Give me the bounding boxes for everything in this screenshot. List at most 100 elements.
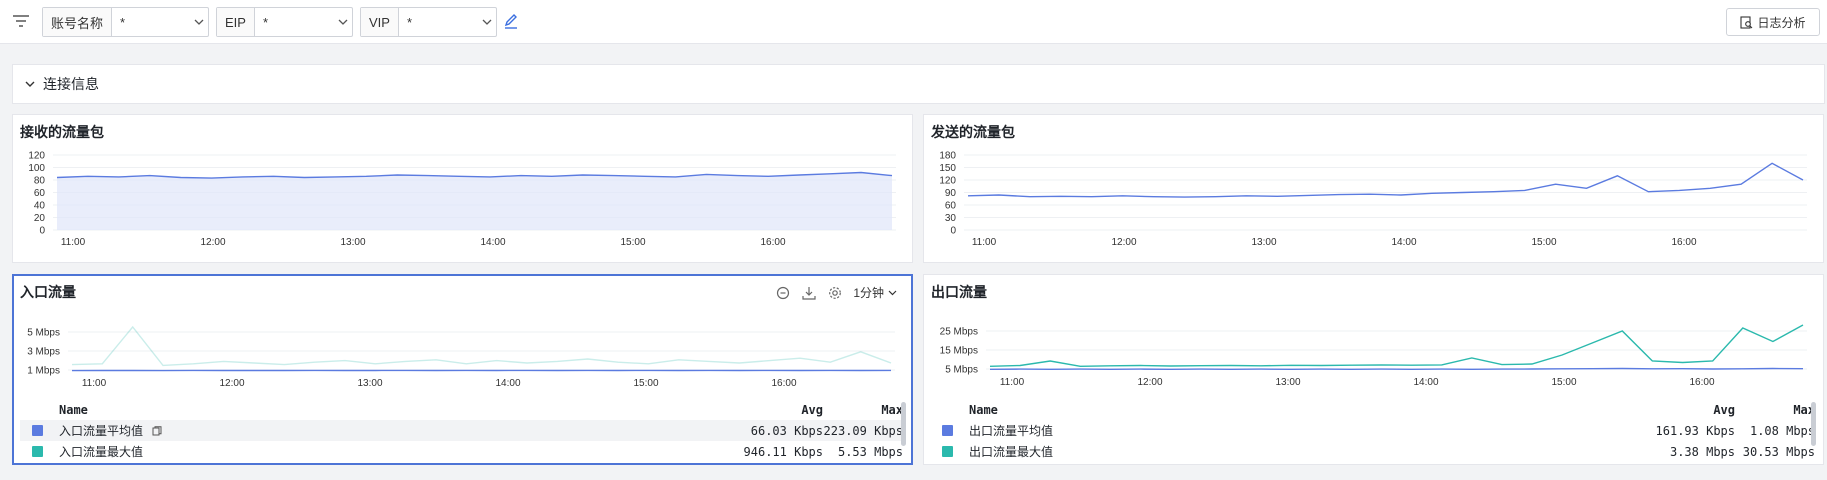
legend-max-header: Max <box>1793 403 1815 417</box>
y-tick-label: 0 <box>39 226 45 237</box>
x-tick-label: 12:00 <box>200 237 225 248</box>
edit-icon[interactable] <box>503 13 519 29</box>
y-tick-label: 40 <box>34 201 46 212</box>
x-tick-label: 14:00 <box>1413 377 1438 385</box>
series-line <box>71 325 892 367</box>
x-tick-label: 16:00 <box>1671 237 1696 248</box>
copy-icon[interactable] <box>152 426 162 436</box>
account-name-value: * <box>120 14 126 30</box>
x-tick-label: 16:00 <box>760 237 785 248</box>
x-tick-label: 11:00 <box>82 378 107 386</box>
legend-avg-header: Avg <box>801 403 823 417</box>
legend-row[interactable]: 入口流量最大值 946.11 Kbps 5.53 Mbps <box>20 441 905 462</box>
eip-filter[interactable]: EIP * <box>216 7 353 37</box>
y-tick-label: 25 Mbps <box>940 327 978 338</box>
filter-bar: 账号名称 * EIP * VIP * 日志分析 <box>0 0 1827 44</box>
x-tick-label: 12:00 <box>1111 237 1136 248</box>
inbound-traffic-chart[interactable]: 5 Mbps 3 Mbps 1 Mbps 11:00 12:00 13:00 14:00 15… <box>14 276 911 386</box>
x-tick-label: 12:00 <box>1137 377 1162 385</box>
series-line <box>989 367 1804 371</box>
y-tick-label: 180 <box>939 151 956 162</box>
legend-name-header: Name <box>969 403 998 417</box>
chevron-down-icon <box>190 8 208 36</box>
x-tick-label: 14:00 <box>495 378 520 386</box>
legend-scrollbar[interactable] <box>1811 402 1816 446</box>
send-packets-chart[interactable]: 180150 12090 6030 0 11:00 12:00 13:00 14:00 15:0… <box>924 115 1823 262</box>
y-tick-label: 1 Mbps <box>27 366 60 377</box>
x-tick-label: 13:00 <box>357 378 382 386</box>
log-analysis-button[interactable]: 日志分析 <box>1726 8 1820 36</box>
account-name-label: 账号名称 <box>43 8 113 36</box>
x-tick-label: 11:00 <box>1000 377 1025 385</box>
y-tick-label: 0 <box>950 226 956 237</box>
series-name: 出口流量最大值 <box>969 445 1054 459</box>
y-tick-label: 100 <box>28 163 45 174</box>
x-tick-label: 13:00 <box>1251 237 1276 248</box>
send-packets-panel: 发送的流量包 180 150 120 90 60 30 0 11:00 12:00 13:00 14… <box>923 114 1824 263</box>
vip-filter[interactable]: VIP * <box>360 7 497 37</box>
legend-max-header: Max <box>881 403 903 417</box>
chevron-down-icon <box>334 8 352 36</box>
vip-label: VIP <box>361 8 399 36</box>
series-name: 出口流量平均值 <box>969 424 1054 438</box>
legend-name-header: Name <box>59 403 88 417</box>
eip-value: * <box>262 14 269 30</box>
series-avg: 946.11 Kbps <box>743 444 823 459</box>
series-avg: 66.03 Kbps <box>750 423 823 438</box>
account-name-filter[interactable]: 账号名称 * <box>42 7 209 37</box>
legend-row[interactable]: 出口流量平均值 161.93 Kbps 1.08 Mbps <box>930 420 1817 441</box>
chevron-down-icon <box>478 8 496 36</box>
x-tick-label: 15:00 <box>1531 237 1556 248</box>
series-swatch <box>942 425 953 436</box>
series-max: 223.09 Kbps <box>823 423 903 438</box>
y-tick-label: 5 Mbps <box>945 365 978 376</box>
legend-header: Name Avg Max <box>20 400 905 420</box>
outbound-traffic-chart[interactable]: 25 Mbps 15 Mbps 5 Mbps 11:00 12:00 13:00 14:00… <box>924 275 1823 385</box>
y-tick-label: 30 <box>945 213 957 224</box>
x-tick-label: 15:00 <box>633 378 658 386</box>
y-tick-label: 60 <box>34 188 46 199</box>
recv-packets-chart[interactable]: 120100 8060 4020 0 11:00 12:00 13:00 14:00 15:00… <box>13 115 912 262</box>
y-tick-label: 3 Mbps <box>27 347 60 358</box>
legend-scrollbar[interactable] <box>901 402 906 446</box>
chevron-down-icon <box>25 81 35 87</box>
y-tick-label: 90 <box>945 188 957 199</box>
series-swatch <box>32 446 43 457</box>
vip-value: * <box>406 14 413 30</box>
x-tick-label: 11:00 <box>972 237 997 248</box>
x-tick-label: 14:00 <box>480 237 505 248</box>
legend-avg-header: Avg <box>1713 403 1735 417</box>
series-max: 30.53 Mbps <box>1742 444 1815 459</box>
legend-header: Name Avg Max <box>930 400 1817 420</box>
inbound-traffic-panel: 入口流量 1分钟 5 Mbps 3 Mbps 1 Mbps 11:00 12:00 13:… <box>12 274 913 465</box>
series-area <box>57 172 892 230</box>
y-tick-label: 120 <box>28 151 45 162</box>
y-tick-label: 15 Mbps <box>940 346 978 357</box>
x-tick-label: 15:00 <box>1551 377 1576 385</box>
series-name: 入口流量最大值 <box>59 445 144 459</box>
log-analysis-label: 日志分析 <box>1757 15 1806 30</box>
outbound-traffic-panel: 出口流量 25 Mbps 15 Mbps 5 Mbps 11:00 12:00 13:00… <box>923 274 1824 465</box>
legend-row[interactable]: 入口流量平均值 66.03 Kbps 223.09 Kbps <box>20 420 905 441</box>
series-swatch <box>942 446 953 457</box>
y-tick-label: 20 <box>34 213 46 224</box>
outbound-legend-table: Name Avg Max 出口流量平均值 161.93 Kbps 1.08 Mb… <box>930 400 1817 462</box>
series-avg: 161.93 Kbps <box>1655 423 1735 438</box>
y-tick-label: 60 <box>945 201 957 212</box>
series-avg: 3.38 Mbps <box>1669 444 1735 459</box>
recv-packets-panel: 接收的流量包 120 100 80 60 40 20 0 11:00 12:00 13:00 14:… <box>12 114 913 263</box>
y-tick-label: 5 Mbps <box>27 328 60 339</box>
x-tick-label: 16:00 <box>771 378 796 386</box>
series-max: 5.53 Mbps <box>837 444 903 459</box>
series-max: 1.08 Mbps <box>1749 423 1815 438</box>
x-tick-label: 16:00 <box>1689 377 1714 385</box>
x-tick-label: 14:00 <box>1391 237 1416 248</box>
x-tick-label: 15:00 <box>620 237 645 248</box>
filter-icon[interactable] <box>12 13 30 29</box>
x-tick-label: 13:00 <box>340 237 365 248</box>
section-title: 连接信息 <box>43 76 99 92</box>
x-tick-label: 11:00 <box>61 237 86 248</box>
legend-row[interactable]: 出口流量最大值 3.38 Mbps 30.53 Mbps <box>930 441 1817 462</box>
connection-info-section[interactable]: 连接信息 <box>12 64 1825 104</box>
inbound-legend-table: Name Avg Max 入口流量平均值 66.03 Kbps 223.09 K… <box>20 400 905 462</box>
